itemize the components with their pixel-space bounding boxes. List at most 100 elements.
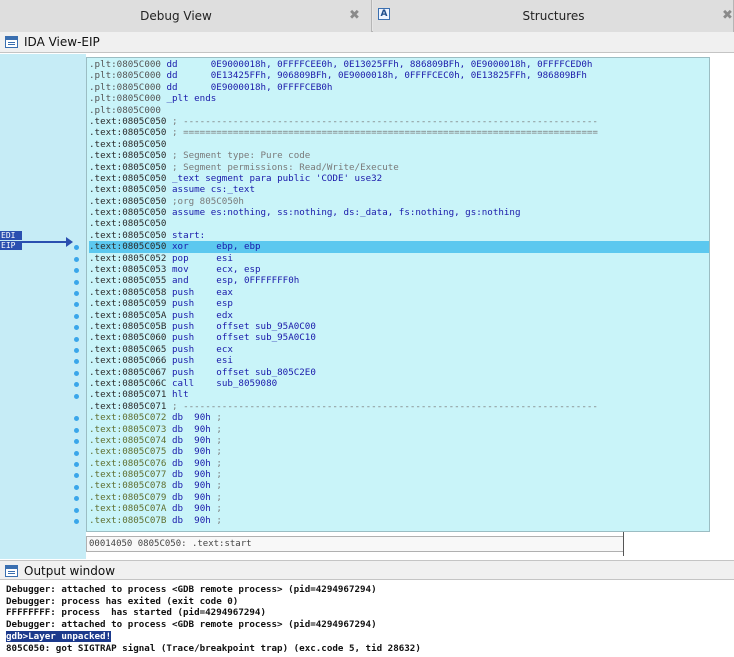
breakpoint-dot-icon[interactable] — [74, 370, 79, 376]
breakpoint-dot-icon[interactable] — [74, 325, 79, 331]
listing-line[interactable]: .text:0805C07B db 90h ; — [89, 515, 709, 526]
listing-line[interactable]: .plt:0805C000 — [89, 105, 709, 116]
close-icon[interactable]: ✖ — [722, 8, 733, 23]
breakpoint-dot-icon[interactable] — [74, 484, 79, 490]
breakpoint-dot-icon[interactable] — [74, 496, 79, 502]
listing-line[interactable]: .text:0805C065 push ecx — [89, 344, 709, 355]
listing-line[interactable]: .text:0805C079 db 90h ; — [89, 492, 709, 503]
listing-line[interactable]: .text:0805C058 push eax — [89, 287, 709, 298]
line-mnemonic: assume cs:_text — [172, 184, 255, 196]
breakpoint-dot-icon[interactable] — [74, 439, 79, 445]
listing-line[interactable]: .text:0805C050 ; =======================… — [89, 127, 709, 138]
line-address: .text:0805C052 — [89, 252, 167, 264]
listing-line[interactable]: .text:0805C077 db 90h ; — [89, 469, 709, 480]
breakpoint-dot-icon[interactable] — [74, 313, 79, 319]
disassembly-listing[interactable]: .plt:0805C000 dd 0E9000018h, 0FFFFCEE0h,… — [86, 57, 710, 532]
breakpoint-dot-icon[interactable] — [74, 291, 79, 296]
line-mnemonic: dd — [166, 59, 178, 70]
breakpoint-dot-icon[interactable] — [74, 462, 79, 467]
listing-line[interactable]: .text:0805C074 db 90h ; — [89, 435, 709, 446]
line-operands: 90h — [194, 514, 211, 526]
listing-line[interactable]: .text:0805C071 ; -----------------------… — [89, 401, 709, 412]
line-address: .text:0805C071 — [89, 400, 167, 412]
output-line-text: Debugger: attached to process <GDB remot… — [6, 584, 377, 595]
listing-line[interactable]: .text:0805C050 assume es:nothing, ss:not… — [89, 207, 709, 218]
breakpoint-dot-icon[interactable] — [74, 473, 79, 479]
line-address: .plt:0805C000 — [89, 81, 161, 93]
breakpoint-dot-icon[interactable] — [74, 359, 79, 365]
tab-structures[interactable]: A Structures ✖ — [373, 0, 734, 32]
breakpoint-dot-icon[interactable] — [74, 450, 79, 456]
listing-line[interactable]: .text:0805C075 db 90h ; — [89, 446, 709, 457]
listing-line[interactable]: .text:0805C067 push offset sub_805C2E0 — [89, 367, 709, 378]
listing-line[interactable]: .plt:0805C000 _plt ends — [89, 93, 709, 104]
listing-line[interactable]: .text:0805C050 ;org 805C050h — [89, 196, 709, 207]
line-address: .text:0805C078 — [89, 480, 167, 492]
listing-line[interactable]: .text:0805C055 and esp, 0FFFFFFF0h — [89, 275, 709, 286]
listing-line[interactable]: .text:0805C059 push esp — [89, 298, 709, 309]
breakpoint-dot-icon[interactable] — [74, 416, 79, 422]
breakpoint-dot-icon[interactable] — [74, 427, 79, 433]
listing-line[interactable]: .text:0805C060 push offset sub_95A0C10 — [89, 332, 709, 343]
breakpoint-dot-icon[interactable] — [74, 302, 79, 308]
line-address: .text:0805C050 — [89, 207, 167, 219]
listing-line[interactable]: .text:0805C06C call sub_8059080 — [89, 378, 709, 389]
listing-line[interactable]: .text:0805C05A push edx — [89, 310, 709, 321]
line-comment: ; — [216, 514, 222, 526]
listing-line[interactable]: .text:0805C066 push esi — [89, 355, 709, 366]
arrows-gutter: EDI EIP — [0, 54, 86, 559]
breakpoint-dot-icon[interactable] — [74, 519, 79, 524]
listing-line[interactable]: .text:0805C050 — [89, 218, 709, 229]
breakpoint-dot-icon[interactable] — [74, 348, 79, 353]
listing-line[interactable]: .text:0805C076 db 90h ; — [89, 458, 709, 469]
tab-debug-view[interactable]: Debug View ✖ — [0, 0, 372, 32]
breakpoint-dot-icon[interactable] — [74, 382, 79, 388]
output-window-body[interactable]: Debugger: attached to process <GDB remot… — [0, 583, 734, 657]
listing-line[interactable]: .text:0805C052 pop esi — [89, 253, 709, 264]
line-address: .text:0805C050 — [89, 127, 167, 139]
breakpoint-dot-icon[interactable] — [74, 507, 79, 513]
register-tag-eip: EIP — [0, 241, 22, 250]
line-operands: ecx, esp — [216, 264, 261, 276]
listing-line[interactable]: .text:0805C050 ; -----------------------… — [89, 116, 709, 127]
listing-line[interactable]: .text:0805C073 db 90h ; — [89, 424, 709, 435]
listing-line[interactable]: .text:0805C05B push offset sub_95A0C00 — [89, 321, 709, 332]
listing-line[interactable]: .text:0805C050 start: — [89, 230, 709, 241]
line-address: .text:0805C075 — [89, 446, 167, 458]
listing-line[interactable]: .text:0805C050 xor ebp, ebp — [89, 241, 709, 253]
breakpoint-dot-icon[interactable] — [74, 279, 79, 285]
listing-line[interactable]: .text:0805C050 ; Segment permissions: Re… — [89, 162, 709, 173]
listing-line[interactable]: .text:0805C053 mov ecx, esp — [89, 264, 709, 275]
listing-line[interactable]: .plt:0805C000 dd 0E13425FFh, 906809BFh, … — [89, 70, 709, 81]
breakpoint-dot-icon[interactable] — [74, 245, 79, 251]
line-mnemonic: push — [172, 286, 195, 298]
listing-line[interactable]: .text:0805C050 ; Segment type: Pure code — [89, 150, 709, 161]
breakpoint-dot-icon[interactable] — [74, 268, 79, 274]
listing-line[interactable]: .text:0805C072 db 90h ; — [89, 412, 709, 423]
line-comment: ;org 805C050h — [172, 195, 244, 207]
line-address: .text:0805C050 — [89, 218, 167, 230]
line-address: .text:0805C059 — [89, 298, 167, 310]
listing-line[interactable]: .text:0805C050 — [89, 139, 709, 150]
listing-line[interactable]: .text:0805C07A db 90h ; — [89, 503, 709, 514]
line-operands: esp — [216, 298, 233, 310]
listing-line[interactable]: .text:0805C071 hlt — [89, 389, 709, 400]
output-line: Debugger: process has exited (exit code … — [6, 596, 421, 608]
line-address: .text:0805C076 — [89, 457, 167, 469]
line-address: .text:0805C050 — [89, 172, 167, 184]
line-comment: ; — [216, 446, 222, 458]
line-mnemonic: push — [172, 343, 195, 355]
breakpoint-dot-icon[interactable] — [74, 256, 79, 262]
line-mnemonic: mov — [172, 264, 189, 276]
breakpoint-dot-icon[interactable] — [74, 336, 79, 342]
line-operands: 90h — [194, 469, 211, 481]
listing-line[interactable]: .plt:0805C000 dd 0E9000018h, 0FFFFCEE0h,… — [89, 59, 709, 70]
listing-line[interactable]: .plt:0805C000 dd 0E9000018h, 0FFFFCEB0h — [89, 82, 709, 93]
listing-line[interactable]: .text:0805C050 assume cs:_text — [89, 184, 709, 195]
line-operands: ecx — [216, 343, 233, 355]
breakpoint-dot-icon[interactable] — [74, 393, 79, 399]
listing-line[interactable]: .text:0805C078 db 90h ; — [89, 480, 709, 491]
listing-line[interactable]: .text:0805C050 _text segment para public… — [89, 173, 709, 184]
close-icon[interactable]: ✖ — [349, 8, 360, 23]
line-mnemonic: push — [172, 298, 195, 310]
